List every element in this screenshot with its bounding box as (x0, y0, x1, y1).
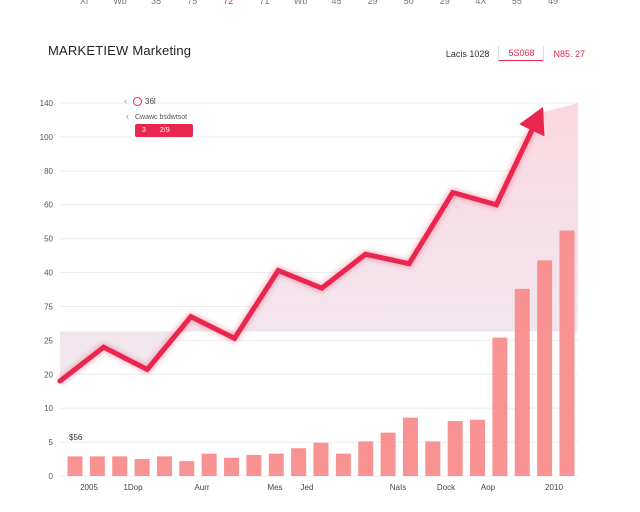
x-tick-label: Aop (481, 483, 496, 492)
bar (112, 456, 128, 476)
y-tick-label: 80 (44, 167, 53, 176)
y-tick-label: 40 (44, 269, 53, 278)
legend-badge[interactable]: 3 2/9 (135, 124, 193, 137)
bar (291, 448, 307, 476)
y-tick-label: 75 (44, 302, 53, 311)
y-tick-label: 5 (49, 438, 54, 447)
x-tick-label: 2010 (545, 483, 563, 492)
series-marker-icon (133, 96, 142, 106)
x-tick-label: Mes (267, 483, 282, 492)
bar (402, 417, 418, 476)
y-tick-label: 100 (40, 133, 54, 142)
chevron-left-icon[interactable]: ‹ (124, 96, 127, 106)
y-tick-label: 60 (44, 201, 53, 210)
bar (201, 453, 217, 476)
bar (380, 432, 396, 476)
y-tick-label: 20 (44, 370, 53, 379)
legend-subtitle: ‹ Cwawc bsdwtsot (126, 111, 187, 121)
bar-corner-label: $56 (69, 433, 83, 442)
legend-subtitle-text: Cwawc bsdwtsot (135, 114, 188, 121)
bar (224, 457, 240, 476)
legend-toggle-label: 36l (145, 96, 156, 106)
x-tick-label: NaIs (390, 483, 406, 492)
y-tick-label: 25 (44, 336, 53, 345)
x-tick-label: Jed (301, 483, 314, 492)
legend-badge-right: 2/9 (159, 127, 170, 134)
bar (425, 441, 441, 476)
legend-toggle[interactable]: ‹ 36l (124, 96, 156, 106)
bar (268, 453, 284, 476)
bar (470, 419, 486, 476)
chevron-left-icon[interactable]: ‹ (126, 111, 129, 121)
bar (447, 421, 463, 476)
bar (89, 456, 105, 476)
bar (67, 456, 83, 476)
y-tick-label: 50 (44, 235, 53, 244)
x-tick-label: Dock (437, 483, 456, 492)
x-tick-label: 2005 (80, 483, 98, 492)
bar (514, 288, 530, 476)
y-tick-label: 0 (49, 472, 54, 481)
y-tick-label: 10 (44, 404, 53, 413)
bar (537, 260, 553, 476)
legend-badge-left: 3 (142, 127, 146, 134)
y-tick-label: 140 (40, 99, 54, 108)
bar (492, 337, 508, 476)
bar (156, 456, 172, 476)
bar (134, 459, 150, 476)
bar (335, 453, 351, 476)
bar (559, 230, 575, 476)
bar (246, 454, 262, 476)
bar (313, 442, 329, 476)
x-tick-label: Aurr (194, 483, 209, 492)
x-tick-label: 1Dop (123, 483, 143, 492)
bar (179, 461, 195, 476)
bar (358, 441, 374, 476)
line-bar-chart: 0 5 10 20 25 75 40 50 60 80 100 140 2005 1Dop Aurr Mes… (40, 99, 578, 492)
